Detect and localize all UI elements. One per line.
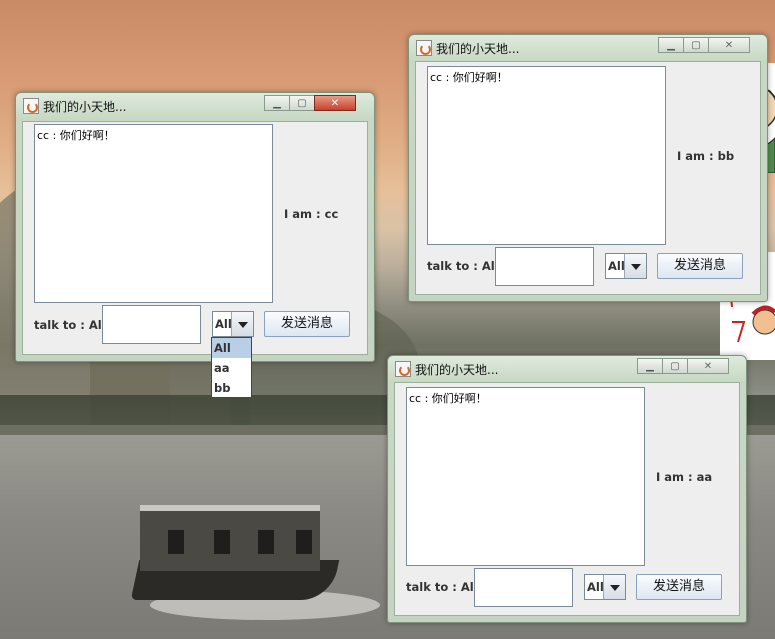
user-label: I am : aa — [656, 470, 713, 484]
chat-window-bb: 我们的小天地... ▁ ▢ ✕ cc : 你们好啊！ I am : bb tal… — [408, 34, 768, 302]
message-input[interactable] — [102, 305, 201, 344]
title-bar[interactable]: 我们的小天地... ▁ ▢ ✕ — [409, 35, 767, 61]
chevron-down-icon[interactable] — [231, 312, 253, 336]
target-combo[interactable]: All — [584, 574, 626, 600]
minimize-icon[interactable]: ▁ — [658, 37, 684, 53]
dropdown-option[interactable]: bb — [212, 378, 251, 398]
chat-message: cc : 你们好啊！ — [409, 392, 487, 405]
chat-window-cc: 我们的小天地... ▁ ▢ ✕ cc : 你们好啊！ I am : cc tal… — [15, 92, 375, 362]
window-content: cc : 你们好啊！ I am : aa talk to : All All 发… — [394, 382, 740, 616]
title-bar[interactable]: 我们的小天地... ▁ ▢ ✕ — [388, 356, 746, 382]
target-combo[interactable]: All — [605, 253, 647, 279]
target-dropdown-list: All aa bb — [211, 337, 252, 398]
chat-message: cc : 你们好啊！ — [430, 71, 508, 84]
minimize-icon[interactable]: ▁ — [264, 95, 290, 111]
window-controls: ▁ ▢ ✕ — [658, 37, 750, 53]
title-bar[interactable]: 我们的小天地... ▁ ▢ ✕ — [16, 93, 374, 119]
send-button[interactable]: 发送消息 — [636, 574, 722, 600]
minimize-icon[interactable]: ▁ — [637, 358, 663, 374]
boat-window — [258, 530, 274, 554]
window-controls: ▁ ▢ ✕ — [264, 95, 356, 111]
java-icon — [395, 361, 411, 377]
close-icon[interactable]: ✕ — [314, 95, 356, 111]
message-input[interactable] — [474, 568, 573, 607]
chat-history-area[interactable]: cc : 你们好啊！ — [427, 66, 666, 245]
window-content: cc : 你们好啊！ I am : cc talk to : All All 发… — [22, 121, 368, 355]
chat-message: cc : 你们好啊！ — [37, 129, 115, 142]
dropdown-option[interactable]: All — [212, 338, 251, 358]
send-button[interactable]: 发送消息 — [264, 311, 350, 337]
boat-window — [168, 530, 184, 554]
maximize-icon[interactable]: ▢ — [289, 95, 315, 111]
close-icon[interactable]: ✕ — [687, 358, 729, 374]
user-label: I am : cc — [284, 207, 339, 221]
window-title: 我们的小天地... — [415, 363, 499, 377]
talk-to-label: talk to : All — [34, 318, 106, 332]
chevron-down-icon[interactable] — [624, 254, 646, 278]
message-input[interactable] — [495, 247, 594, 286]
window-content: cc : 你们好啊！ I am : bb talk to : All All 发… — [415, 61, 761, 295]
chat-window-aa: 我们的小天地... ▁ ▢ ✕ cc : 你们好啊！ I am : aa tal… — [387, 355, 747, 623]
boat-cabin — [140, 505, 320, 571]
maximize-icon[interactable]: ▢ — [662, 358, 688, 374]
chevron-down-icon[interactable] — [603, 575, 625, 599]
boat-window — [296, 530, 312, 554]
target-combo-value: All — [215, 317, 232, 331]
send-button[interactable]: 发送消息 — [657, 253, 743, 279]
chat-history-area[interactable]: cc : 你们好啊！ — [34, 124, 273, 303]
chat-history-area[interactable]: cc : 你们好啊！ — [406, 387, 645, 566]
target-combo-value: All — [608, 259, 625, 273]
boat-window — [214, 530, 230, 554]
maximize-icon[interactable]: ▢ — [683, 37, 709, 53]
window-title: 我们的小天地... — [43, 100, 127, 114]
talk-to-label: talk to : All — [427, 259, 499, 273]
window-controls: ▁ ▢ ✕ — [637, 358, 729, 374]
java-icon — [416, 40, 432, 56]
talk-to-label: talk to : All — [406, 580, 478, 594]
target-combo-value: All — [587, 580, 604, 594]
close-icon[interactable]: ✕ — [708, 37, 750, 53]
window-title: 我们的小天地... — [436, 42, 520, 56]
target-combo[interactable]: All — [212, 311, 254, 337]
java-icon — [23, 98, 39, 114]
user-label: I am : bb — [677, 149, 735, 163]
dropdown-option[interactable]: aa — [212, 358, 251, 378]
